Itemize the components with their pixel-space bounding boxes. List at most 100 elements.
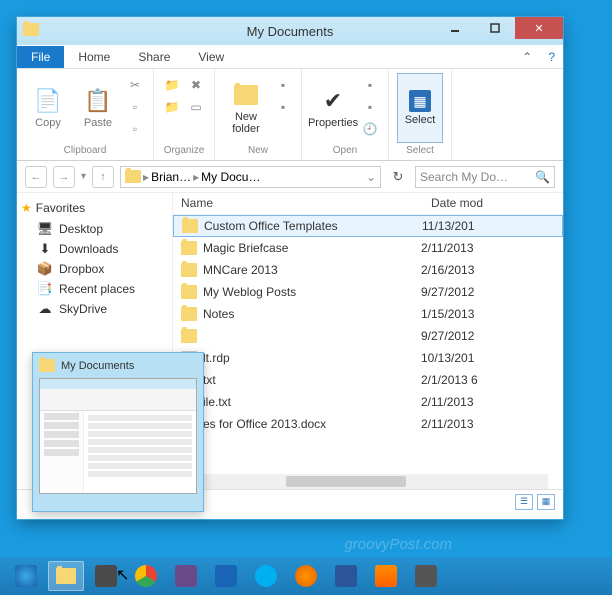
new-folder-button[interactable]: New folder xyxy=(223,73,269,143)
paste-button[interactable]: 📋Paste xyxy=(75,73,121,143)
folder-icon xyxy=(181,241,197,255)
sidebar-item[interactable]: ☁SkyDrive xyxy=(21,299,168,319)
dropbox-icon: 📦 xyxy=(37,261,53,277)
rename-icon[interactable]: ▭ xyxy=(186,97,206,117)
file-row[interactable]: lt.rdp10/13/201 xyxy=(173,347,563,369)
breadcrumb[interactable]: Brian… xyxy=(151,170,191,184)
address-bar: ← → ▾ ↑ ▸ Brian… ▸ My Docu… ⌄ ↻ Search M… xyxy=(17,161,563,193)
column-name[interactable]: Name xyxy=(173,193,423,214)
copy-path-icon[interactable]: ▫ xyxy=(125,97,145,117)
preview-thumbnail[interactable] xyxy=(39,378,197,494)
taskbar-item[interactable] xyxy=(88,561,124,591)
dropdown-icon[interactable]: ⌄ xyxy=(366,170,376,184)
icons-view-button[interactable]: ▦ xyxy=(537,494,555,510)
folder-icon xyxy=(23,23,39,39)
sidebar-item[interactable]: 📑Recent places xyxy=(21,279,168,299)
group-clipboard: 📄Copy 📋Paste ✂ ▫ ▫ Clipboard xyxy=(17,69,154,160)
address-box[interactable]: ▸ Brian… ▸ My Docu… ⌄ xyxy=(120,166,381,188)
paste-shortcut-icon[interactable]: ▫ xyxy=(125,119,145,139)
folder-icon xyxy=(39,359,55,372)
open-icon[interactable]: ▪ xyxy=(360,75,380,95)
file-row[interactable]: Notes1/15/2013 xyxy=(173,303,563,325)
star-icon: ★ xyxy=(21,201,32,215)
up-button[interactable]: ↑ xyxy=(92,166,114,188)
taskbar xyxy=(0,557,612,595)
group-organize: 📁 📁 ✖ ▭ Organize xyxy=(154,69,215,160)
history-icon[interactable]: 🕘 xyxy=(360,119,380,139)
downloads-icon: ⬇ xyxy=(37,241,53,257)
ribbon: 📄Copy 📋Paste ✂ ▫ ▫ Clipboard 📁 📁 ✖ ▭ xyxy=(17,69,563,161)
group-open: ✔Properties ▪ ▪ 🕘 Open xyxy=(302,69,389,160)
sidebar-item[interactable]: 📦Dropbox xyxy=(21,259,168,279)
preview-title: My Documents xyxy=(61,360,134,372)
desktop-icon: 🖥 xyxy=(37,221,53,237)
skydrive-icon: ☁ xyxy=(37,301,53,317)
taskbar-firefox[interactable] xyxy=(288,561,324,591)
folder-icon xyxy=(125,170,141,183)
tab-file[interactable]: File xyxy=(17,46,64,68)
forward-button[interactable]: → xyxy=(53,166,75,188)
new-item-icon[interactable]: ▪ xyxy=(273,75,293,95)
file-row[interactable]: My Weblog Posts9/27/2012 xyxy=(173,281,563,303)
help-icon[interactable]: ? xyxy=(540,46,563,68)
group-select: ▦Select Select xyxy=(389,69,452,160)
edit-icon[interactable]: ▪ xyxy=(360,97,380,117)
easy-access-icon[interactable]: ▪ xyxy=(273,97,293,117)
taskbar-vlc[interactable] xyxy=(368,561,404,591)
folder-icon xyxy=(56,568,76,584)
folder-icon xyxy=(181,263,197,277)
folder-icon xyxy=(182,219,198,233)
file-row[interactable]: ile.txt2/11/2013 xyxy=(173,391,563,413)
column-date[interactable]: Date mod xyxy=(423,193,563,214)
taskbar-chrome[interactable] xyxy=(128,561,164,591)
properties-button[interactable]: ✔Properties xyxy=(310,73,356,143)
taskbar-item[interactable] xyxy=(408,561,444,591)
breadcrumb[interactable]: My Docu… xyxy=(201,170,260,184)
file-row[interactable]: 9/27/2012 xyxy=(173,325,563,347)
minimize-button[interactable] xyxy=(435,17,475,39)
horizontal-scrollbar[interactable] xyxy=(173,474,548,489)
taskbar-word[interactable] xyxy=(328,561,364,591)
taskbar-preview[interactable]: My Documents xyxy=(32,352,204,512)
group-new: New folder ▪ ▪ New xyxy=(215,69,302,160)
move-to-icon[interactable]: 📁 xyxy=(162,75,182,95)
select-button[interactable]: ▦Select xyxy=(397,73,443,143)
maximize-button[interactable] xyxy=(475,17,515,39)
ribbon-tabs: File Home Share View ⌃ ? xyxy=(17,45,563,69)
search-icon: 🔍 xyxy=(535,170,550,184)
copy-to-icon[interactable]: 📁 xyxy=(162,97,182,117)
folder-icon xyxy=(181,285,197,299)
close-button[interactable]: ✕ xyxy=(515,17,563,39)
copy-button[interactable]: 📄Copy xyxy=(25,73,71,143)
folder-icon xyxy=(181,307,197,321)
recent-icon: 📑 xyxy=(37,281,53,297)
cut-icon[interactable]: ✂ xyxy=(125,75,145,95)
taskbar-skype[interactable] xyxy=(248,561,284,591)
search-box[interactable]: Search My Do… 🔍 xyxy=(415,166,555,188)
titlebar[interactable]: My Documents ✕ xyxy=(17,17,563,45)
details-view-button[interactable]: ☰ xyxy=(515,494,533,510)
delete-icon[interactable]: ✖ xyxy=(186,75,206,95)
sidebar-item[interactable]: ⬇Downloads xyxy=(21,239,168,259)
folder-icon xyxy=(181,329,197,343)
file-list: Name Date mod Custom Office Templates11/… xyxy=(173,193,563,489)
file-row[interactable]: es for Office 2013.docx2/11/2013 xyxy=(173,413,563,435)
watermark: groovyPost.com xyxy=(344,536,452,553)
sidebar-item[interactable]: 🖥Desktop xyxy=(21,219,168,239)
refresh-button[interactable]: ↻ xyxy=(387,166,409,188)
taskbar-explorer[interactable] xyxy=(48,561,84,591)
taskbar-item[interactable] xyxy=(168,561,204,591)
taskbar-ie[interactable] xyxy=(8,561,44,591)
tab-home[interactable]: Home xyxy=(64,46,124,68)
favorites-header[interactable]: ★ Favorites xyxy=(21,201,168,215)
tab-share[interactable]: Share xyxy=(124,46,184,68)
file-row[interactable]: txt2/1/2013 6 xyxy=(173,369,563,391)
recent-locations[interactable]: ▾ xyxy=(81,171,86,182)
back-button[interactable]: ← xyxy=(25,166,47,188)
ribbon-collapse[interactable]: ⌃ xyxy=(514,46,540,68)
tab-view[interactable]: View xyxy=(184,46,238,68)
file-row[interactable]: Custom Office Templates11/13/201 xyxy=(173,215,563,237)
file-row[interactable]: Magic Briefcase2/11/2013 xyxy=(173,237,563,259)
file-row[interactable]: MNCare 20132/16/2013 xyxy=(173,259,563,281)
taskbar-outlook[interactable] xyxy=(208,561,244,591)
